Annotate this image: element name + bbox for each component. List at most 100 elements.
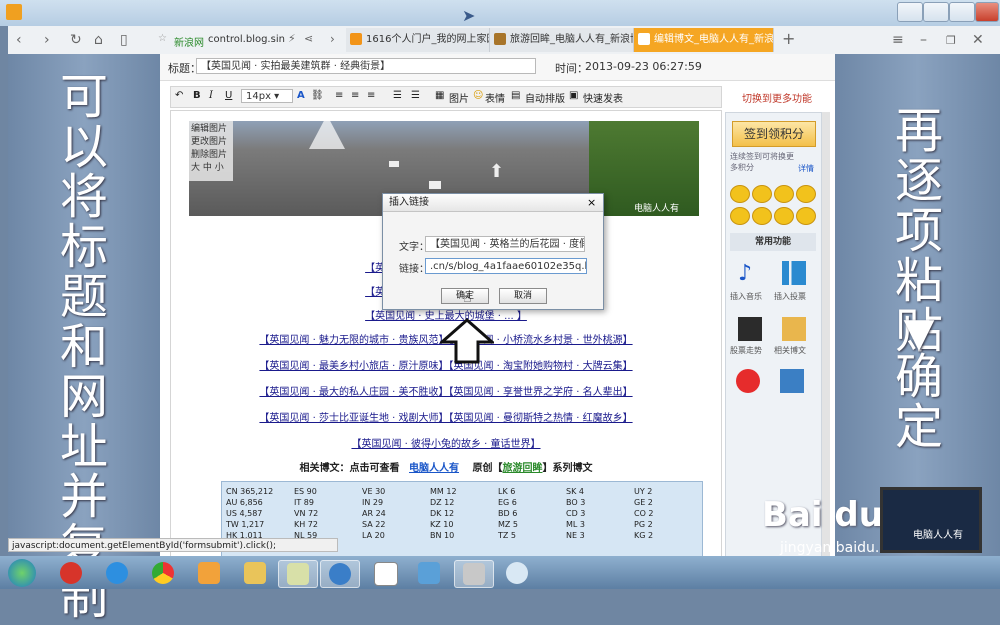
font-color-icon[interactable]: A bbox=[297, 90, 305, 101]
close-tab-icon[interactable]: ✕ bbox=[972, 32, 984, 48]
related-link-series[interactable]: 旅游回眸 bbox=[502, 463, 542, 474]
font-size-value: 14px bbox=[246, 91, 271, 102]
link-text-input[interactable]: 【英国见闻 · 英格兰的后花园 · 度假胜地】 bbox=[425, 236, 585, 252]
image-menu-change[interactable]: 更改图片 bbox=[191, 136, 231, 149]
sign-in-button[interactable]: 签到领积分 bbox=[732, 121, 816, 147]
align-right-icon[interactable]: ≡ bbox=[367, 90, 375, 101]
image-icon[interactable]: ▦ bbox=[435, 90, 444, 101]
related-link-author[interactable]: 电脑人人有 bbox=[409, 463, 459, 474]
restore-icon[interactable]: ❐ bbox=[946, 34, 956, 47]
tab-edit-blog[interactable]: 编辑博文_电脑人人有_新浪博 bbox=[634, 28, 774, 52]
quick-publish-icon[interactable]: ▣ bbox=[569, 90, 578, 101]
document-icon[interactable] bbox=[782, 317, 806, 341]
emoticon-icon[interactable]: ☺ bbox=[473, 90, 483, 101]
image-menu-delete[interactable]: 删除图片 bbox=[191, 149, 231, 162]
article-link[interactable]: 【英国见闻 · 彼得小兔的故乡 · 童话世界】 bbox=[171, 435, 721, 450]
bookmark-sina[interactable]: 新浪网 bbox=[174, 34, 204, 49]
address-bar[interactable]: ☆ 新浪网 control.blog.sin bbox=[158, 29, 348, 51]
taskbar-app[interactable] bbox=[278, 560, 318, 588]
italic-button[interactable]: I bbox=[209, 90, 213, 101]
emoji-icon[interactable] bbox=[774, 207, 794, 225]
forward-icon[interactable]: › bbox=[44, 32, 50, 48]
image-button[interactable]: 图片 bbox=[449, 90, 469, 105]
align-left-icon[interactable]: ≡ bbox=[335, 90, 343, 101]
article-link[interactable]: 【英国见闻 · 莎士比亚诞生地 · 戏剧大师】【英国见闻 · 曼彻斯特之热情 ·… bbox=[171, 409, 721, 424]
dialog-close-icon[interactable]: × bbox=[587, 196, 596, 209]
back-icon[interactable]: ‹ bbox=[16, 32, 22, 48]
minimize-icon[interactable]: – bbox=[920, 32, 927, 48]
bar-chart-icon[interactable] bbox=[782, 261, 806, 285]
auto-layout-icon[interactable]: ▤ bbox=[511, 90, 520, 101]
new-tab-icon[interactable]: + bbox=[782, 29, 795, 48]
flag-column: ES 90 IT 89 VN 72 KH 72 NL 59 bbox=[294, 487, 319, 540]
auto-layout-button[interactable]: 自动排版 bbox=[525, 90, 565, 105]
taskbar-app[interactable] bbox=[98, 560, 136, 586]
lightning-icon[interactable]: ⚡ bbox=[288, 32, 296, 45]
minimize-button[interactable] bbox=[923, 2, 949, 22]
related-suffix: 】系列博文 bbox=[542, 463, 593, 474]
start-button[interactable] bbox=[8, 559, 36, 587]
tab-1616[interactable]: 1616个人门户_我的网上家园 bbox=[346, 28, 490, 52]
more-functions-link[interactable]: 切换到更多功能 bbox=[742, 90, 812, 105]
dialog-cancel-button[interactable]: 取消 bbox=[499, 288, 547, 304]
article-link[interactable]: 【英国见闻 · 最大的私人庄园 · 美不胜收】【英国见闻 · 享誉世界之学府 ·… bbox=[171, 383, 721, 398]
quick-publish-button[interactable]: 快速发表 bbox=[583, 90, 623, 105]
emoji-icon[interactable] bbox=[796, 207, 816, 225]
taskbar-app[interactable] bbox=[410, 560, 448, 586]
maximize-button[interactable] bbox=[949, 2, 975, 22]
home-icon[interactable]: ⌂ bbox=[94, 32, 103, 48]
bold-button[interactable]: B bbox=[193, 90, 201, 101]
address-text[interactable]: control.blog.sin bbox=[208, 34, 285, 45]
weibo-icon[interactable] bbox=[736, 369, 760, 393]
related-posts-label[interactable]: 相关博文 bbox=[774, 345, 806, 356]
star-icon[interactable]: ☆ bbox=[158, 33, 167, 44]
taskbar-app[interactable] bbox=[454, 560, 494, 588]
reader-icon[interactable]: ▯ bbox=[120, 32, 128, 48]
taskbar-app[interactable] bbox=[498, 560, 536, 586]
unordered-list-icon[interactable]: ☰ bbox=[411, 90, 420, 101]
close-button[interactable] bbox=[975, 2, 999, 22]
emoji-icon[interactable] bbox=[752, 185, 772, 203]
emoji-icon[interactable] bbox=[752, 207, 772, 225]
chevron-right-icon[interactable]: › bbox=[330, 32, 335, 46]
undo-icon[interactable]: ↶ bbox=[175, 90, 183, 101]
link-icon[interactable]: ⛓ bbox=[311, 90, 324, 101]
taskbar-app[interactable] bbox=[52, 560, 90, 586]
taskbar-app[interactable] bbox=[236, 560, 274, 586]
app-red-icon bbox=[60, 562, 82, 584]
tab-travel[interactable]: 旅游回眸_电脑人人有_新浪博 bbox=[490, 28, 634, 52]
flag-column: SK 4 BO 3 CD 3 ML 3 NE 3 bbox=[566, 487, 586, 540]
emoji-icon[interactable] bbox=[730, 185, 750, 203]
details-link[interactable]: 详情 bbox=[798, 163, 814, 174]
music-note-icon[interactable]: ♪ bbox=[738, 261, 762, 286]
emoticon-button[interactable]: 表情 bbox=[485, 90, 505, 105]
stock-trend-label[interactable]: 股票走势 bbox=[730, 345, 762, 356]
image-menu-size[interactable]: 大 中 小 bbox=[191, 162, 231, 175]
taskbar-app[interactable] bbox=[366, 560, 404, 586]
emoji-icon[interactable] bbox=[730, 207, 750, 225]
ordered-list-icon[interactable]: ☰ bbox=[393, 90, 402, 101]
taskbar-app[interactable] bbox=[320, 560, 360, 588]
link-url-input[interactable]: .cn/s/blog_4a1faae60102e35q.html bbox=[425, 258, 587, 274]
paint-icon bbox=[463, 563, 485, 585]
font-size-select[interactable]: 14px ▾ bbox=[241, 89, 293, 103]
image-menu-edit[interactable]: 编辑图片 bbox=[191, 123, 231, 136]
stock-chart-icon[interactable] bbox=[738, 317, 762, 341]
tab-list-icon[interactable]: ≡ bbox=[892, 32, 904, 48]
taskbar-app[interactable] bbox=[144, 560, 182, 586]
insert-vote-label[interactable]: 插入投票 bbox=[774, 291, 806, 302]
taskbar-app[interactable] bbox=[190, 560, 228, 586]
insert-music-label[interactable]: 插入音乐 bbox=[730, 291, 762, 302]
related-prefix: 相关博文：点击可查看 bbox=[299, 463, 400, 474]
refresh-icon[interactable]: ↻ bbox=[70, 32, 82, 48]
menu-button[interactable] bbox=[897, 2, 923, 22]
share-icon[interactable]: ⋖ bbox=[304, 32, 313, 45]
underline-button[interactable]: U bbox=[225, 90, 232, 101]
emoji-icon[interactable] bbox=[774, 185, 794, 203]
align-center-icon[interactable]: ≡ bbox=[351, 90, 359, 101]
title-input[interactable]: 【英国见闻 · 实拍最美建筑群 · 经典街景】 bbox=[196, 58, 536, 74]
layout-icon[interactable] bbox=[780, 369, 804, 393]
emoji-icon[interactable] bbox=[796, 185, 816, 203]
flag-column: LK 6 EG 6 BD 6 MZ 5 TZ 5 bbox=[498, 487, 519, 540]
tab-label: 1616个人门户_我的网上家园 bbox=[366, 34, 490, 45]
